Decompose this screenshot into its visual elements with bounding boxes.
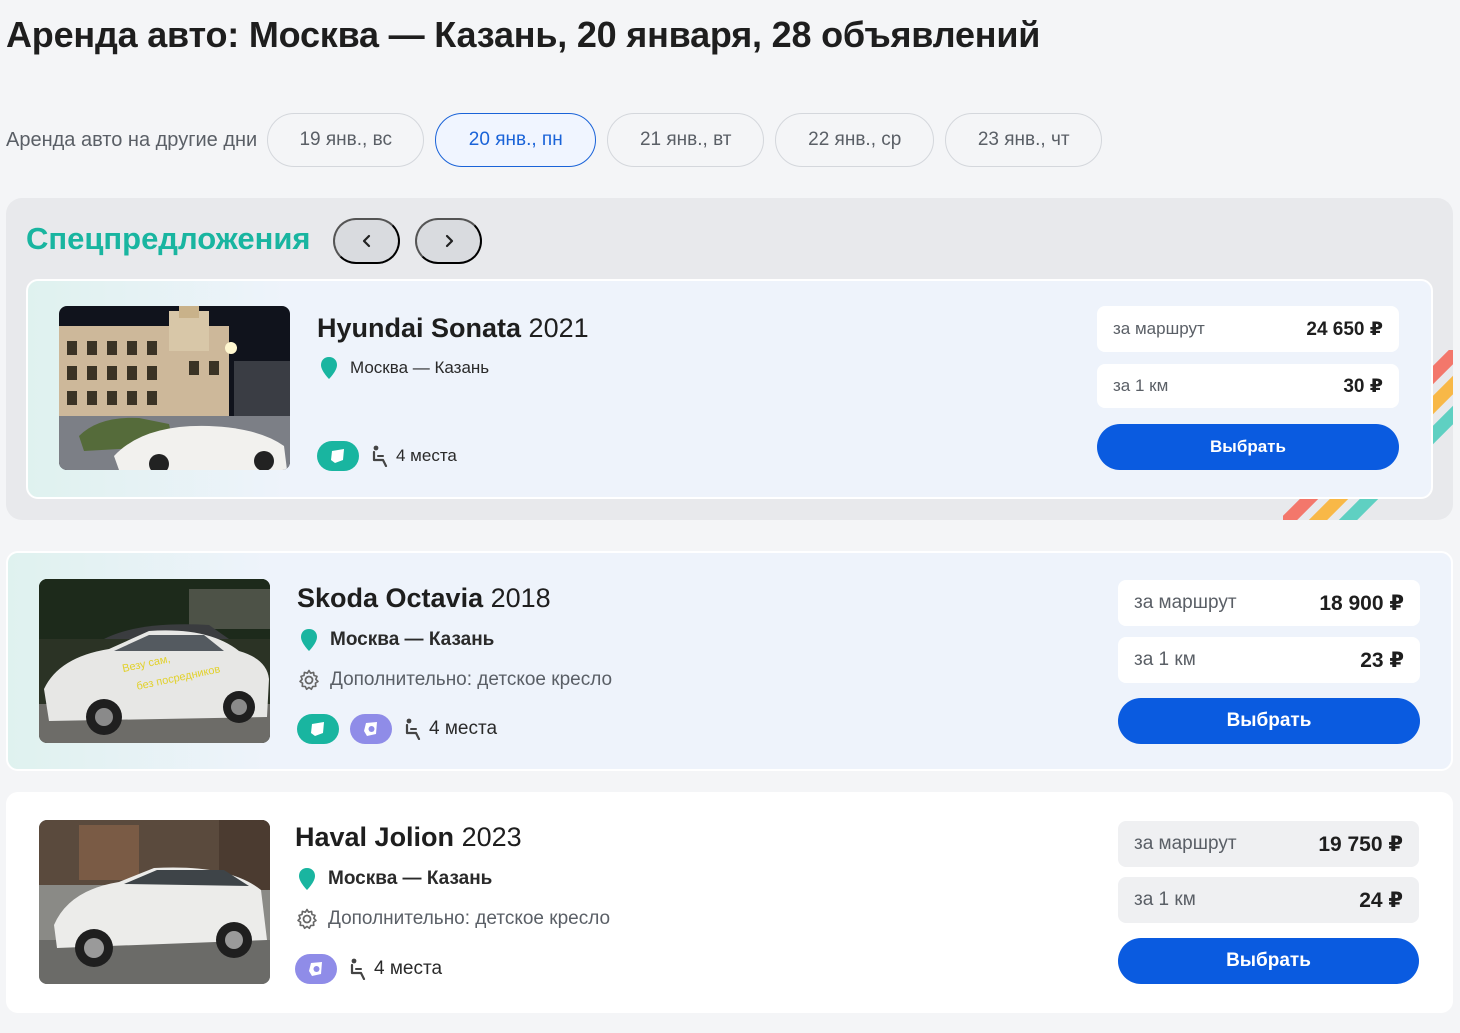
car-title: Skoda Octavia 2018 xyxy=(297,583,551,614)
listing-card-hyundai-sonata[interactable]: Hyundai Sonata 2021 Москва — Казань 4 ме… xyxy=(26,279,1433,499)
car-model: Skoda Octavia xyxy=(297,583,484,613)
price-route-box: за маршрут 24 650 ₽ xyxy=(1097,306,1399,352)
carousel-prev-button[interactable] xyxy=(333,218,400,264)
price-km-value: 24 ₽ xyxy=(1359,888,1403,912)
chevron-right-icon xyxy=(445,234,453,248)
price-km-label: за 1 км xyxy=(1134,889,1196,910)
special-offers-section: Спецпредложения Hyundai Sonata 2021 Моск… xyxy=(6,198,1453,520)
gear-icon xyxy=(297,908,317,930)
price-km-value: 30 ₽ xyxy=(1343,375,1383,397)
carousel-next-button[interactable] xyxy=(415,218,482,264)
seat-icon xyxy=(372,445,388,467)
features-row: 4 места xyxy=(317,441,457,471)
map-pin-icon xyxy=(299,868,315,890)
car-photo-haval-jolion xyxy=(39,820,270,984)
listing-card-skoda-octavia[interactable]: Везу сам, без посредников Skoda Octavia … xyxy=(6,551,1453,771)
car-model: Haval Jolion xyxy=(295,822,455,852)
price-km-box: за 1 км 30 ₽ xyxy=(1097,364,1399,408)
price-route-value: 24 650 ₽ xyxy=(1306,318,1383,340)
extra-options-row: Дополнительно: детское кресло xyxy=(298,669,612,691)
route-row: Москва — Казань xyxy=(320,356,489,380)
car-year: 2018 xyxy=(490,583,551,613)
chevron-left-icon xyxy=(362,234,370,248)
price-km-value: 23 ₽ xyxy=(1360,648,1404,672)
price-km-box: за 1 км 23 ₽ xyxy=(1118,637,1420,683)
other-days-row: Аренда авто на другие дни 19 янв., вс 20… xyxy=(6,113,1113,167)
seat-icon xyxy=(350,958,366,980)
listing-card-haval-jolion[interactable]: Haval Jolion 2023 Москва — Казань Дополн… xyxy=(6,792,1453,1013)
car-year: 2023 xyxy=(461,822,522,852)
price-route-label: за маршрут xyxy=(1134,833,1237,854)
seats-count: 4 места xyxy=(396,446,457,465)
car-title: Hyundai Sonata 2021 xyxy=(317,313,589,344)
select-button[interactable]: Выбрать xyxy=(1097,424,1399,470)
day-pill-19[interactable]: 19 янв., вс xyxy=(267,113,425,167)
price-route-label: за маршрут xyxy=(1134,592,1237,613)
car-chip-icon xyxy=(297,714,339,744)
car-model: Hyundai Sonata xyxy=(317,313,522,343)
special-offers-title: Спецпредложения xyxy=(26,221,311,256)
features-row: 4 места xyxy=(297,714,497,744)
car-photo-hyundai-sonata xyxy=(59,306,290,470)
route-row: Москва — Казань xyxy=(298,867,492,891)
seats-count: 4 места xyxy=(429,718,498,739)
route-text: Москва — Казань xyxy=(330,629,495,650)
price-km-box: за 1 км 24 ₽ xyxy=(1118,877,1419,923)
price-route-box: за маршрут 19 750 ₽ xyxy=(1118,821,1419,867)
map-pin-icon xyxy=(321,357,337,379)
seats-count: 4 места xyxy=(374,958,443,979)
price-km-label: за 1 км xyxy=(1113,376,1169,395)
day-pill-20-selected[interactable]: 20 янв., пн xyxy=(435,113,597,167)
seat-icon xyxy=(405,718,421,740)
car-chip-icon xyxy=(317,441,359,471)
route-text: Москва — Казань xyxy=(350,358,490,377)
price-route-box: за маршрут 18 900 ₽ xyxy=(1118,580,1420,626)
route-text: Москва — Казань xyxy=(328,868,493,889)
select-button[interactable]: Выбрать xyxy=(1118,938,1419,984)
price-km-label: за 1 км xyxy=(1134,649,1196,670)
extra-options-text: Дополнительно: детское кресло xyxy=(330,669,613,690)
other-days-label: Аренда авто на другие дни xyxy=(6,128,258,151)
day-pill-21[interactable]: 21 янв., вт xyxy=(607,113,765,167)
page-title: Аренда авто: Москва — Казань, 20 января,… xyxy=(6,14,1041,55)
route-row: Москва — Казань xyxy=(300,628,494,652)
price-route-label: за маршрут xyxy=(1113,319,1205,338)
child-seat-chip-icon xyxy=(350,714,392,744)
child-seat-chip-icon xyxy=(295,954,337,984)
extra-options-text: Дополнительно: детское кресло xyxy=(328,908,611,929)
extra-options-row: Дополнительно: детское кресло xyxy=(296,908,610,930)
day-pill-23[interactable]: 23 янв., чт xyxy=(945,113,1103,167)
map-pin-icon xyxy=(301,629,317,651)
car-title: Haval Jolion 2023 xyxy=(295,822,522,853)
price-route-value: 19 750 ₽ xyxy=(1318,832,1403,856)
car-year: 2021 xyxy=(528,313,589,343)
features-row: 4 места xyxy=(295,954,442,984)
gear-icon xyxy=(299,669,319,691)
day-pill-22[interactable]: 22 янв., ср xyxy=(775,113,935,167)
select-button[interactable]: Выбрать xyxy=(1118,698,1420,744)
car-photo-skoda-octavia: Везу сам, без посредников xyxy=(39,579,270,743)
price-route-value: 18 900 ₽ xyxy=(1319,591,1404,615)
